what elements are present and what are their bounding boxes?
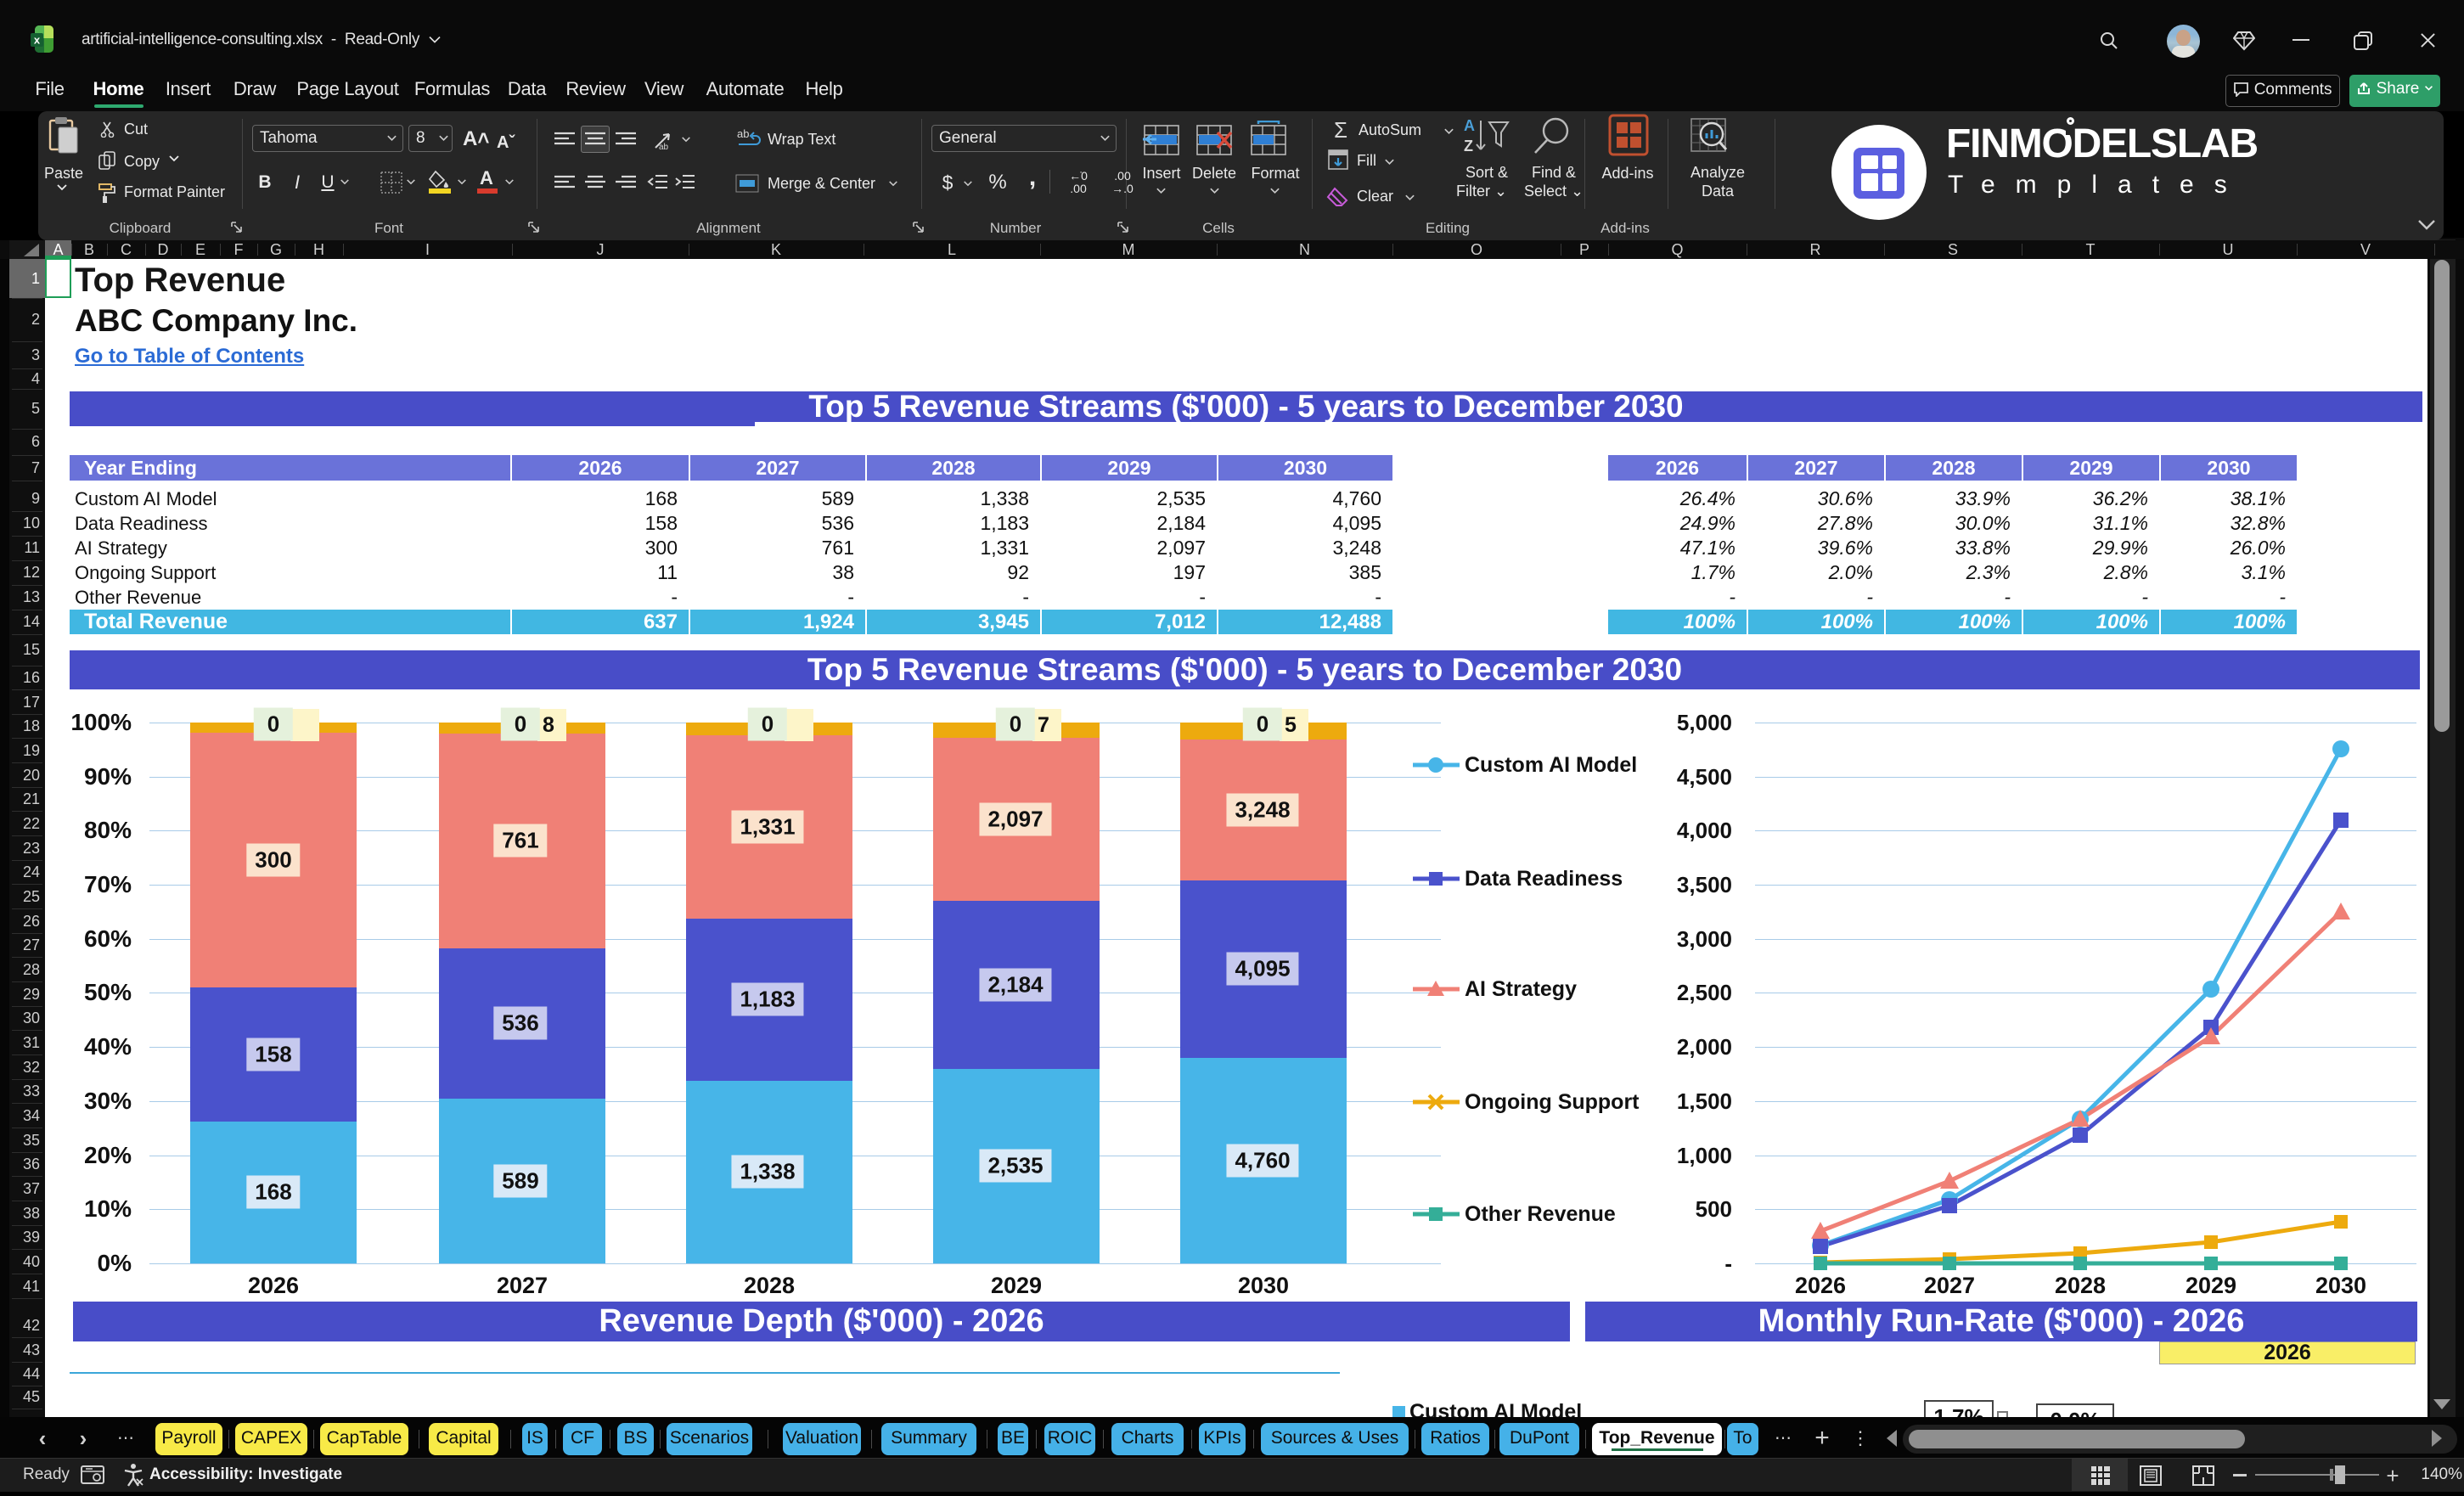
svg-text:ab: ab xyxy=(737,127,749,140)
svg-text:ab: ab xyxy=(659,143,669,151)
svg-text:A: A xyxy=(1464,117,1475,134)
svg-text:x: x xyxy=(34,34,41,47)
svg-text:Z: Z xyxy=(1464,138,1473,155)
